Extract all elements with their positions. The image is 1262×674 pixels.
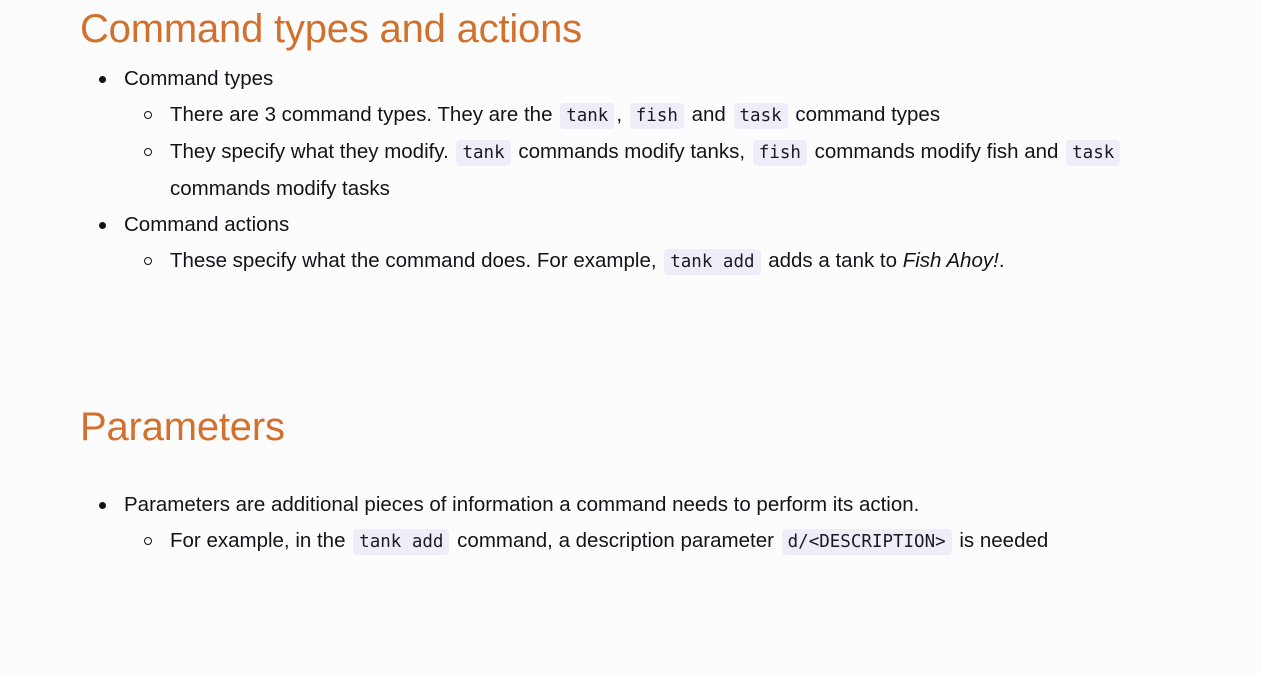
inline-code-chip: fish bbox=[629, 103, 684, 129]
inline-code-chip: task bbox=[1066, 140, 1121, 166]
list-item: There are 3 command types. They are the … bbox=[144, 97, 1222, 134]
list-item-label: Parameters are additional pieces of info… bbox=[124, 493, 920, 516]
page-title-command-types-and-actions: Command types and actions bbox=[80, 7, 582, 51]
command-actions-sublist: These specify what the command does. For… bbox=[124, 243, 1222, 280]
list-item-label: These specify what the command does. For… bbox=[170, 243, 1222, 280]
list-item-label: They specify what they modify. tank comm… bbox=[170, 134, 1222, 207]
command-types-sublist: There are 3 command types. They are the … bbox=[124, 97, 1222, 207]
list-item-label: Command types bbox=[124, 67, 274, 90]
inline-code-chip: task bbox=[733, 103, 788, 129]
emphasis-text: Fish Ahoy! bbox=[902, 249, 999, 272]
inline-code-chip: fish bbox=[752, 140, 807, 166]
list-item: Command types There are 3 command types.… bbox=[99, 61, 1222, 207]
list-item: Command actions These specify what the c… bbox=[99, 207, 1222, 280]
document-page: Command types and actions Command types … bbox=[0, 0, 1262, 674]
parameters-sublist: For example, in the tank add command, a … bbox=[124, 523, 1222, 560]
list-item-label: Command actions bbox=[124, 213, 290, 236]
list-item-label: There are 3 command types. They are the … bbox=[170, 97, 1222, 134]
inline-code-chip: d/<DESCRIPTION> bbox=[781, 529, 952, 555]
inline-code-chip: tank bbox=[456, 140, 511, 166]
list-item: Parameters are additional pieces of info… bbox=[99, 487, 1222, 560]
list-item: They specify what they modify. tank comm… bbox=[144, 134, 1222, 207]
inline-code-chip: tank bbox=[560, 103, 615, 129]
inline-code-chip: tank add bbox=[664, 249, 761, 275]
parameters-list: Parameters are additional pieces of info… bbox=[80, 487, 1222, 560]
command-types-list: Command types There are 3 command types.… bbox=[80, 61, 1222, 280]
inline-code-chip: tank add bbox=[353, 529, 450, 555]
page-title-parameters: Parameters bbox=[80, 405, 285, 449]
list-item: For example, in the tank add command, a … bbox=[144, 523, 1222, 560]
list-item: These specify what the command does. For… bbox=[144, 243, 1222, 280]
list-item-label: For example, in the tank add command, a … bbox=[170, 523, 1222, 560]
